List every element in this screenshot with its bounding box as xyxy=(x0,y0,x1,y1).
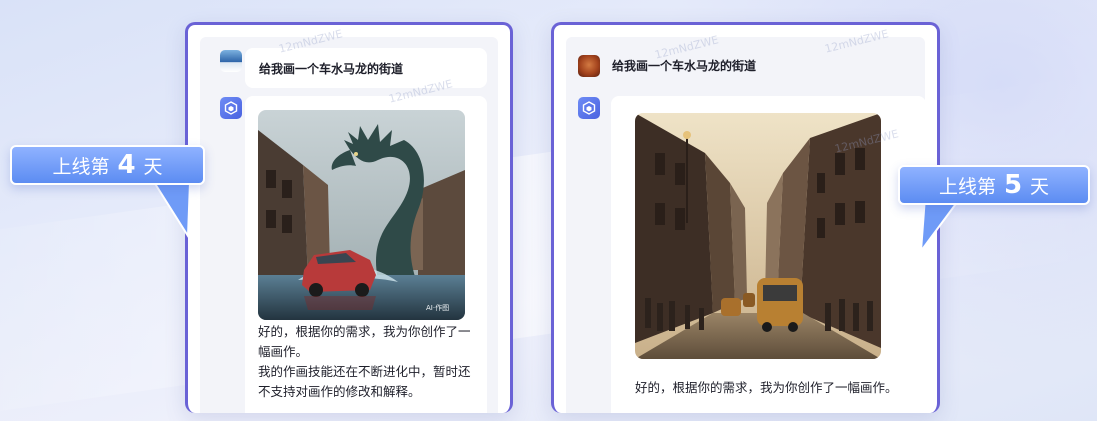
bot-message-bubble: AI·作图 好的，根据你的需求，我为你创作了一 幅画作。 我的作画技能还在不断进… xyxy=(245,96,487,413)
callout-suffix: 天 xyxy=(1030,175,1050,198)
bot-avatar xyxy=(220,97,242,119)
callout-number: 4 xyxy=(117,150,136,180)
chat-card-day4: 给我画一个车水马龙的街道 AI·作图 好的，根据你的需求，我为你创作了一 幅画作… xyxy=(185,22,513,413)
old-town-street-illustration xyxy=(635,113,881,359)
chat-card-day5: 给我画一个车水马龙的街道 好的，根据你的需求，我为你创作了一幅画作。 12mNd… xyxy=(551,22,940,413)
image-badge: AI·作图 xyxy=(426,303,449,312)
bot-reply-text: 好的，根据你的需求，我为你创作了一幅画作。 xyxy=(635,380,898,395)
user-message-text: 给我画一个车水马龙的街道 xyxy=(612,58,757,73)
user-message-bubble: 给我画一个车水马龙的街道 xyxy=(602,45,926,85)
callout-number: 5 xyxy=(1003,170,1023,200)
callout-prefix: 上线第 xyxy=(938,175,996,198)
callout-day5: 上线第 5 天 xyxy=(898,165,1090,205)
callout-prefix: 上线第 xyxy=(52,155,110,178)
generated-image[interactable] xyxy=(635,113,881,359)
callout-suffix: 天 xyxy=(143,155,163,178)
reply-line: 幅画作。 xyxy=(258,344,309,359)
bot-message-bubble: 好的，根据你的需求，我为你创作了一幅画作。 xyxy=(611,96,926,413)
reply-line: 我的作画技能还在不断进化中，暂时还 xyxy=(258,364,471,379)
user-message-text: 给我画一个车水马龙的街道 xyxy=(259,61,404,76)
user-avatar xyxy=(220,50,242,72)
user-message-bubble: 给我画一个车水马龙的街道 xyxy=(245,48,487,88)
dragon-street-illustration: AI·作图 xyxy=(258,110,465,320)
generated-image[interactable]: AI·作图 xyxy=(258,110,465,320)
chat-panel: 给我画一个车水马龙的街道 xyxy=(566,37,926,413)
reply-line: 好的，根据你的需求，我为你创作了一 xyxy=(258,324,471,339)
callout-day4: 上线第 4 天 xyxy=(10,145,205,185)
reply-line: 不支持对画作的修改和解释。 xyxy=(258,384,421,399)
user-avatar xyxy=(578,55,600,77)
callout-left-tail xyxy=(152,181,192,240)
bot-cube-icon xyxy=(582,101,596,115)
bot-cube-icon xyxy=(224,101,238,115)
bot-avatar xyxy=(578,97,600,119)
chat-panel: 给我画一个车水马龙的街道 xyxy=(200,37,498,413)
bot-reply-text: 好的，根据你的需求，我为你创作了一 幅画作。 我的作画技能还在不断进化中，暂时还… xyxy=(258,322,480,402)
